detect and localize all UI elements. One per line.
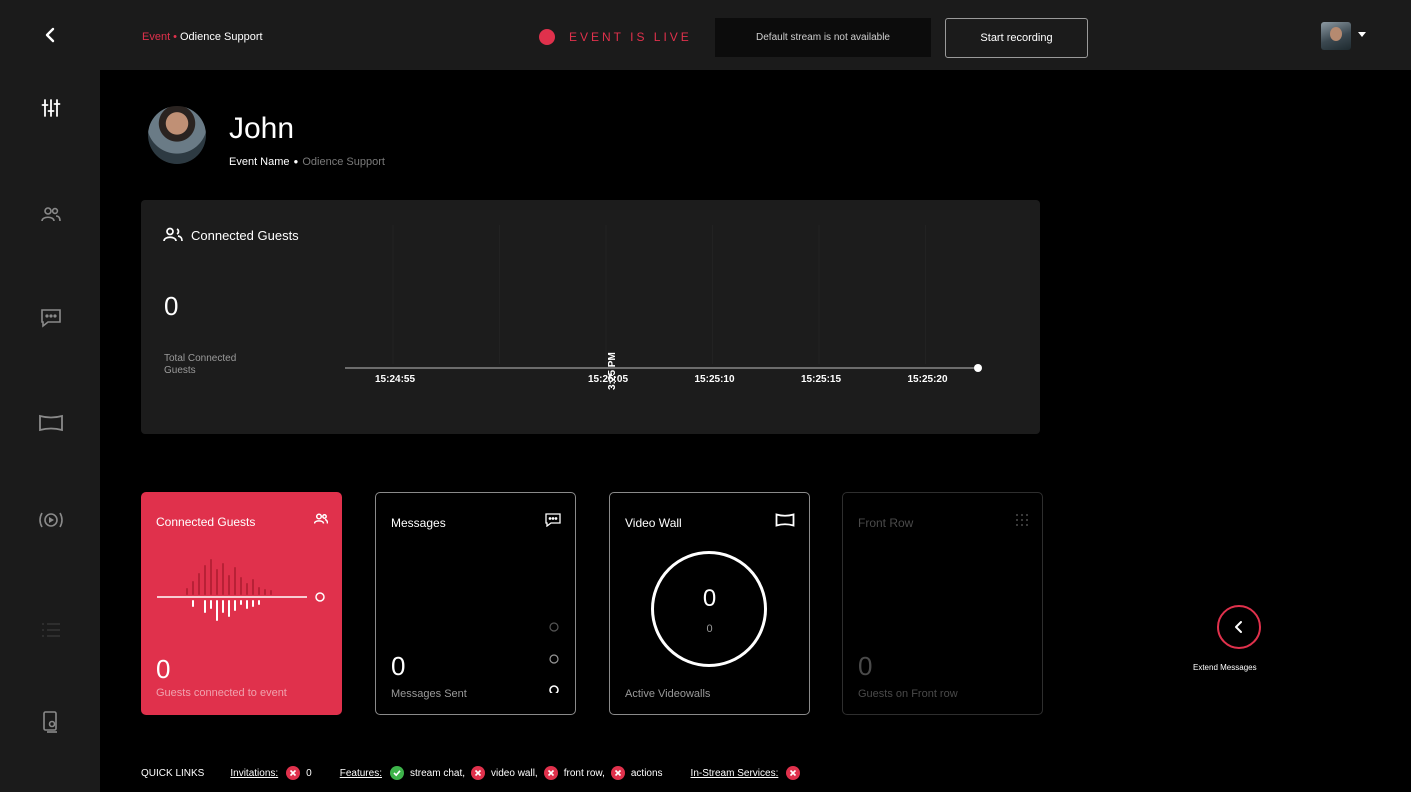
card-title: Messages [391, 516, 446, 530]
guests-icon [163, 227, 183, 242]
breadcrumb: Event • Odience Support [142, 31, 263, 43]
device-icon[interactable] [36, 707, 66, 737]
card-caption: Guests connected to event [156, 687, 287, 699]
top-bar: Event • Odience Support EVENT IS LIVE Defa… [0, 0, 1411, 70]
guests-icon [313, 512, 329, 530]
feature-actions: actions [630, 767, 663, 779]
x-tick-label: 15:25:20 [908, 374, 948, 385]
extend-messages-label: Extend Messages [1193, 663, 1257, 672]
sidebar [0, 70, 100, 792]
error-icon [286, 766, 301, 780]
videowall-icon [775, 513, 795, 532]
x-tick-label: 15:24:55 [375, 374, 415, 385]
live-indicator: EVENT IS LIVE [539, 29, 692, 45]
messages-icon[interactable] [36, 303, 66, 333]
panel-title: Connected Guests [163, 227, 299, 243]
live-status-text: EVENT IS LIVE [569, 30, 692, 44]
error-icon [610, 766, 625, 780]
panel-title-text: Connected Guests [191, 227, 299, 243]
live-dot-icon [539, 29, 555, 45]
list-icon [36, 615, 66, 645]
series-end-point [974, 364, 982, 372]
controls-icon[interactable] [36, 93, 66, 123]
card-value: 0 [391, 651, 406, 681]
quick-links-title: QUICK LINKS [141, 767, 205, 779]
check-icon [389, 766, 404, 780]
card-messages[interactable]: Messages 0 Messages Sent [375, 492, 576, 715]
user-avatar[interactable] [1321, 22, 1351, 50]
card-value: 0 [702, 585, 717, 612]
extend-messages-button[interactable] [1217, 605, 1261, 649]
guests-timeline-chart: 15:24:55 3:25 PM15:25:05 15:25:10 15:25:15 1… [345, 225, 982, 390]
feature-stream-chat: stream chat, [409, 767, 466, 779]
event-name-value: Odience Support [302, 156, 385, 168]
guests-icon[interactable] [36, 200, 66, 230]
error-icon [786, 766, 801, 780]
audio-wave-icon [157, 559, 325, 621]
total-guests-value: 0 [164, 291, 179, 321]
card-caption: Messages Sent [391, 688, 467, 700]
start-recording-button[interactable]: Start recording [945, 18, 1088, 58]
card-front-row: Front Row 0 Guests on Front row [842, 492, 1043, 715]
x-tick-label: 15:25:10 [695, 374, 735, 385]
quick-links-bar: QUICK LINKS Invitations: 0 Features: str… [141, 766, 806, 780]
features-link[interactable]: Features: [340, 768, 382, 779]
profile-event: Event Name ● Odience Support [229, 156, 385, 168]
card-caption: Active Videowalls [625, 688, 711, 700]
card-sub-value: 0 [706, 623, 713, 635]
event-name-label: Event Name [229, 156, 290, 168]
separator-dot: ● [293, 157, 299, 166]
back-button[interactable] [0, 0, 100, 70]
stream-status-box: Default stream is not available [715, 18, 931, 57]
x-tick-label: 15:25:05 [588, 374, 628, 385]
error-icon [543, 766, 558, 780]
invitations-count: 0 [306, 767, 312, 779]
in-stream-services-link[interactable]: In-Stream Services: [691, 768, 779, 779]
caret-down-icon[interactable] [1358, 32, 1366, 37]
grid-icon [1016, 513, 1028, 531]
videowall-icon[interactable] [36, 408, 66, 438]
profile-avatar [148, 106, 206, 164]
profile-name: John [229, 112, 295, 145]
error-icon [471, 766, 486, 780]
x-tick-label: 15:25:15 [801, 374, 841, 385]
chevron-left-icon [45, 27, 55, 43]
card-value: 0 [858, 651, 873, 681]
total-guests-label: Total Connected Guests [164, 353, 237, 376]
card-title: Connected Guests [156, 515, 256, 529]
card-connected-guests[interactable]: Connected Guests 0 Guests connected to e… [141, 492, 342, 715]
breadcrumb-current: Odience Support [180, 31, 263, 43]
card-video-wall[interactable]: Video Wall 0 0 Active Videowalls [609, 492, 810, 715]
card-value: 0 [156, 654, 171, 684]
card-title: Video Wall [625, 516, 682, 530]
stream-icon[interactable] [36, 505, 66, 535]
feature-front-row: front row, [563, 767, 605, 779]
breadcrumb-event[interactable]: Event [142, 31, 170, 43]
message-icon [545, 513, 561, 532]
breadcrumb-separator: • [173, 31, 177, 43]
card-title: Front Row [858, 516, 914, 530]
card-caption: Guests on Front row [858, 688, 958, 700]
invitations-link[interactable]: Invitations: [230, 768, 278, 779]
progress-dots-icon [549, 622, 559, 693]
chevron-left-icon [1235, 621, 1242, 633]
feature-video-wall: video wall, [491, 767, 538, 779]
